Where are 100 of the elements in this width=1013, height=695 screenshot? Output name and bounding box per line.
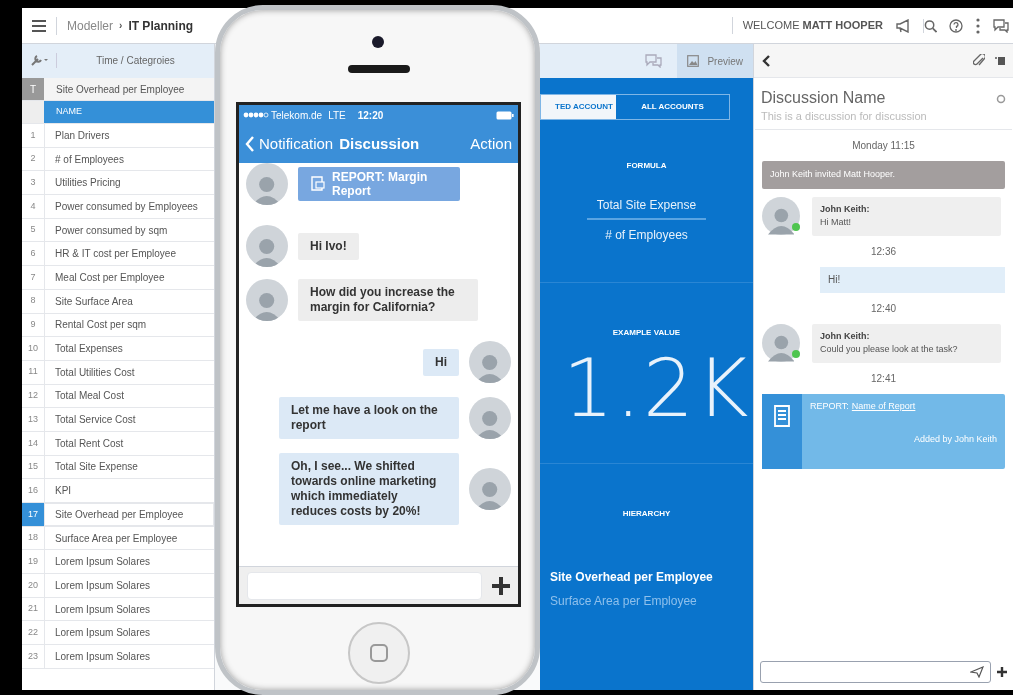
carrier-name: Telekom.de bbox=[271, 108, 323, 123]
row-number: 1 bbox=[29, 128, 37, 142]
message-input-field[interactable] bbox=[760, 661, 991, 683]
table-cell[interactable]: HR & IT cost per Employee bbox=[44, 242, 214, 266]
example-value: 1.2K bbox=[562, 349, 751, 429]
row-number: 13 bbox=[27, 412, 39, 426]
formula-denominator: # of Employees bbox=[605, 227, 688, 244]
back-icon[interactable] bbox=[762, 54, 770, 67]
table-cell[interactable]: Total Utilities Cost bbox=[44, 360, 214, 384]
table-cell[interactable]: Total Meal Cost bbox=[44, 384, 214, 408]
image-icon bbox=[687, 55, 700, 67]
section-heading: HIERARCHY bbox=[622, 508, 671, 520]
row-number: 14 bbox=[27, 436, 39, 450]
incoming-message: How did you increase the margin for California? bbox=[298, 279, 478, 321]
discussion-subtitle: This is a discussion for discussion bbox=[761, 109, 928, 124]
row-number: 12 bbox=[27, 389, 39, 403]
row-number: 7 bbox=[29, 270, 37, 284]
row-number: 5 bbox=[29, 223, 37, 237]
row-number: 19 bbox=[27, 554, 39, 568]
report-label: REPORT: bbox=[810, 399, 849, 413]
row-type-marker: T bbox=[22, 78, 44, 100]
table-cell[interactable]: Site Surface Area bbox=[44, 289, 214, 313]
section-heading: EXAMPLE VALUE bbox=[612, 327, 681, 339]
timestamp: 12:41 bbox=[871, 371, 896, 386]
menu-icon[interactable] bbox=[32, 19, 46, 32]
screen-title: Discussion bbox=[339, 133, 420, 154]
outgoing-message: Oh, I see... We shifted towards online marketing which immediately reduces costs by 20%! bbox=[279, 453, 459, 525]
table-cell[interactable]: Meal Cost per Employee bbox=[44, 266, 214, 289]
table-cell[interactable]: Site Overhead per Employee bbox=[44, 503, 214, 526]
outgoing-message: Hi! bbox=[820, 266, 1005, 293]
table-cell[interactable]: Utilities Pricing bbox=[44, 171, 214, 195]
row-number: 4 bbox=[29, 199, 37, 213]
account-tab[interactable]: ALL ACCOUNTS bbox=[616, 95, 729, 119]
table-cell[interactable]: # of Employees bbox=[44, 147, 214, 171]
help-icon[interactable] bbox=[949, 18, 963, 33]
megaphone-icon[interactable] bbox=[895, 18, 911, 33]
table-cell[interactable]: Total Expenses bbox=[44, 337, 214, 360]
report-footer: Added by John Keith bbox=[913, 433, 997, 447]
table-cell[interactable]: Lorem Ipsum Solares bbox=[44, 597, 214, 621]
timestamp: Monday 11:15 bbox=[852, 138, 915, 153]
document-icon bbox=[771, 403, 793, 428]
row-number: 22 bbox=[27, 626, 39, 640]
incoming-message: Hi Ivo! bbox=[298, 232, 359, 260]
table-cell[interactable]: KPI bbox=[44, 479, 214, 502]
row-number: 21 bbox=[27, 602, 39, 616]
preview-button[interactable]: Preview bbox=[677, 44, 753, 78]
chat-bubbles-icon[interactable] bbox=[993, 18, 1009, 33]
hierarchy-item[interactable]: Site Overhead per Employee bbox=[550, 568, 713, 586]
row-number: 10 bbox=[27, 341, 39, 355]
table-cell[interactable]: Total Service Cost bbox=[44, 408, 214, 431]
table-cell[interactable]: Lorem Ipsum Solares bbox=[44, 574, 214, 597]
row-number: 18 bbox=[27, 531, 39, 545]
search-icon[interactable] bbox=[923, 18, 937, 33]
row-number: 6 bbox=[29, 247, 37, 261]
breadcrumb-link[interactable]: Modeller bbox=[67, 16, 114, 35]
wrench-icon[interactable] bbox=[30, 53, 48, 67]
message-author: John Keith: bbox=[820, 202, 871, 216]
speaker-grille bbox=[348, 65, 410, 73]
row-number: 8 bbox=[29, 294, 37, 308]
add-icon[interactable] bbox=[492, 576, 510, 595]
report-icon bbox=[308, 174, 326, 192]
paperclip-icon[interactable] bbox=[973, 53, 985, 68]
table-cell[interactable]: Lorem Ipsum Solares bbox=[44, 550, 214, 574]
account-tab[interactable]: TED ACCOUNT bbox=[541, 95, 616, 119]
title-row-text: Site Overhead per Employee bbox=[55, 82, 185, 97]
row-number: 17 bbox=[22, 503, 44, 526]
table-cell[interactable]: Lorem Ipsum Solares bbox=[44, 621, 214, 645]
report-title: REPORT: Margin Report bbox=[332, 170, 429, 198]
breadcrumb-link[interactable]: IT Planning bbox=[128, 16, 194, 35]
table-cell[interactable]: Rental Cost per sqm bbox=[44, 313, 214, 337]
table-cell[interactable]: Plan Drivers bbox=[44, 124, 214, 147]
row-number: 23 bbox=[27, 649, 39, 663]
table-cell[interactable]: Power consumed by Employees bbox=[44, 195, 214, 218]
signal-strength-icon bbox=[243, 112, 269, 118]
timestamp: 12:40 bbox=[871, 301, 896, 316]
column-header-label: Time / Categroies bbox=[56, 52, 214, 68]
network-type: LTE bbox=[328, 108, 346, 123]
more-options-icon[interactable] bbox=[975, 17, 981, 34]
timestamp: 12:36 bbox=[871, 244, 896, 259]
add-icon[interactable] bbox=[997, 667, 1007, 677]
row-number: 9 bbox=[29, 318, 37, 332]
table-cell[interactable]: Surface Area per Employee bbox=[44, 526, 214, 550]
camera-icon bbox=[372, 36, 384, 48]
row-number: 2 bbox=[29, 152, 37, 166]
message-text: Could you please look at the task? bbox=[820, 343, 959, 356]
row-number: 20 bbox=[27, 578, 39, 592]
column-header: NAME bbox=[44, 101, 214, 123]
message-author: John Keith: bbox=[820, 329, 871, 343]
table-cell[interactable]: Lorem Ipsum Solares bbox=[44, 645, 214, 668]
person-silhouette-icon bbox=[767, 333, 795, 362]
back-icon bbox=[245, 135, 255, 153]
person-silhouette-icon bbox=[767, 206, 795, 235]
row-number: 16 bbox=[27, 483, 39, 497]
discussion-title: Discussion Name bbox=[761, 88, 887, 108]
table-cell[interactable]: Total Site Expense bbox=[44, 455, 214, 479]
table-cell[interactable]: Total Rent Cost bbox=[44, 431, 214, 455]
row-number: 15 bbox=[27, 460, 39, 474]
message-text: Hi Matt! bbox=[820, 216, 852, 229]
outgoing-message: Let me have a look on the report bbox=[279, 397, 459, 439]
table-cell[interactable]: Power consumed by sqm bbox=[44, 218, 214, 242]
